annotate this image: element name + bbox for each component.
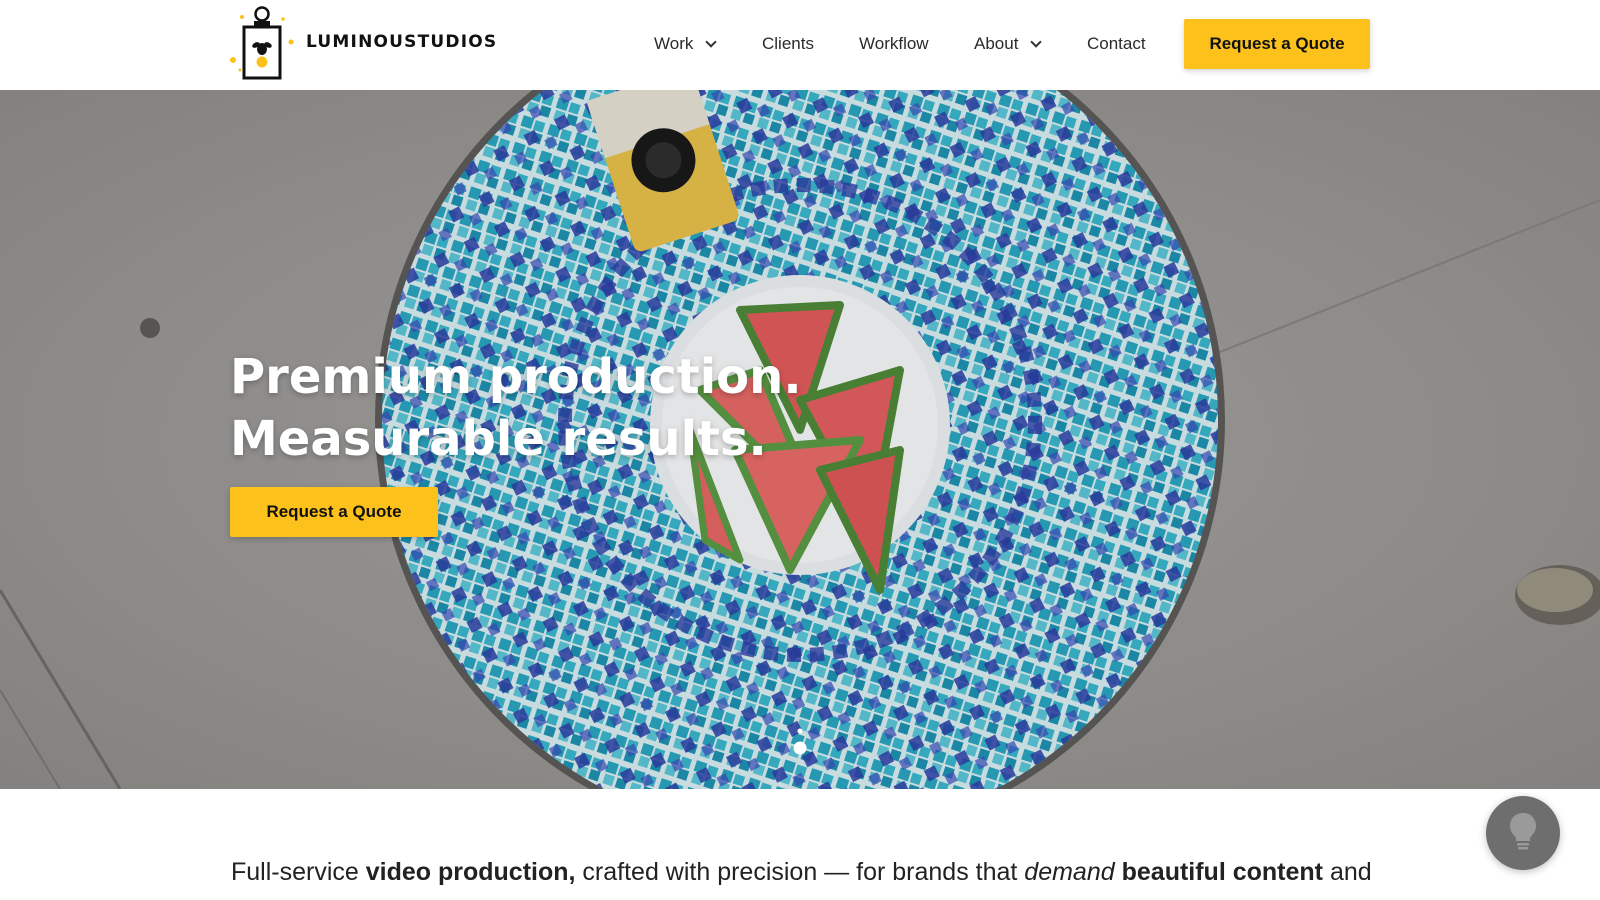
lightbulb-icon: [1508, 811, 1538, 856]
intro-part4: and: [1323, 858, 1372, 886]
intro-bold2: beautiful content: [1121, 858, 1323, 886]
header-request-quote-button[interactable]: Request a Quote: [1184, 19, 1370, 69]
chevron-down-icon: [1030, 35, 1043, 48]
nav-item-work[interactable]: Work: [654, 34, 718, 54]
nav-item-label: Workflow: [859, 34, 929, 53]
hero-title: Premium production. Measurable results.: [230, 346, 802, 470]
intro-text: Full-service video production, crafted w…: [231, 852, 1372, 892]
chevron-down-icon: [705, 35, 718, 48]
nav-item-workflow[interactable]: Workflow: [859, 34, 929, 54]
intro-bold1: video production,: [365, 858, 576, 886]
nav-item-about[interactable]: About: [974, 34, 1043, 54]
nav-item-label: Work: [654, 34, 694, 53]
nav-item-contact[interactable]: Contact: [1087, 34, 1146, 54]
hero-request-quote-button[interactable]: Request a Quote: [230, 487, 438, 537]
scroll-mouse-icon[interactable]: [792, 727, 808, 759]
intro-part3: [1115, 858, 1122, 886]
nav-item-label: About: [974, 34, 1019, 53]
assist-button[interactable]: [1486, 796, 1560, 870]
hero-title-line2: Measurable results.: [230, 411, 767, 467]
intro-part2: crafted with precision — for brands that: [575, 858, 1025, 886]
lantern-bee-icon: [228, 4, 298, 80]
site-header: LUMINOUSTUDIOS Work Clients Workflow Abo…: [0, 0, 1600, 90]
intro-italic1: demand: [1024, 858, 1115, 886]
nav-item-label: Clients: [762, 34, 814, 53]
brand-name: LUMINOUSTUDIOS: [306, 32, 498, 52]
nav-item-label: Contact: [1087, 34, 1146, 53]
logo-link[interactable]: LUMINOUSTUDIOS: [228, 4, 497, 80]
hero-title-line1: Premium production.: [230, 349, 802, 405]
nav-item-clients[interactable]: Clients: [762, 34, 814, 54]
intro-part1: Full-service: [231, 858, 366, 886]
hero-section: Premium production. Measurable results. …: [0, 90, 1600, 789]
